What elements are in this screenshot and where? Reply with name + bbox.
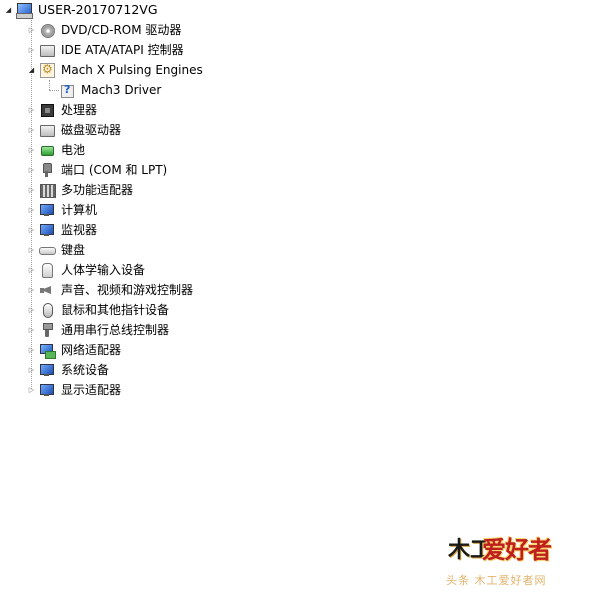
tree-item-keyboard[interactable]: ▷ 键盘 <box>27 240 87 260</box>
device-tree: ◢ USER-20170712VG ▷ DVD/CD-ROM 驱动器 ▷ IDE… <box>0 0 594 400</box>
tree-item-hid[interactable]: ▷ 人体学输入设备 <box>27 260 147 280</box>
expand-arrow-icon[interactable]: ▷ <box>27 146 36 155</box>
expand-arrow-icon[interactable]: ▷ <box>27 286 36 295</box>
expand-arrow-icon[interactable]: ▷ <box>27 126 36 135</box>
expand-arrow-icon[interactable]: ▷ <box>27 386 36 395</box>
tree-root-label: USER-20170712VG <box>38 2 158 17</box>
expand-arrow-icon[interactable]: ▷ <box>27 166 36 175</box>
tree-item-label: Mach X Pulsing Engines <box>61 63 203 77</box>
computer-icon <box>16 2 33 19</box>
tree-item-dvd-cdrom[interactable]: ▷ DVD/CD-ROM 驱动器 <box>27 20 183 40</box>
tree-item-label: 监视器 <box>61 223 98 237</box>
tree-item-label: 键盘 <box>61 243 86 257</box>
tree-item-label: 系统设备 <box>61 363 110 377</box>
tree-item-label: 人体学输入设备 <box>61 263 146 277</box>
tree-item-label: 通用串行总线控制器 <box>61 323 170 337</box>
mouse-icon <box>39 302 55 318</box>
expand-arrow-icon[interactable]: ▷ <box>27 26 36 35</box>
tree-item-mach3-driver[interactable]: Mach3 Driver <box>59 80 163 100</box>
multifunction-adapter-icon <box>39 182 56 198</box>
tree-item-system-devices[interactable]: ▷ 系统设备 <box>27 360 111 380</box>
battery-icon <box>39 142 55 158</box>
watermark-logo-text: 爱好者 <box>482 536 552 564</box>
speaker-icon <box>39 282 55 298</box>
pulsing-engine-icon <box>39 62 55 78</box>
unknown-device-icon <box>59 82 75 98</box>
tree-item-ide-controller[interactable]: ▷ IDE ATA/ATAPI 控制器 <box>27 40 186 60</box>
tree-item-mouse[interactable]: ▷ 鼠标和其他指针设备 <box>27 300 171 320</box>
tree-item-label: IDE ATA/ATAPI 控制器 <box>61 43 184 57</box>
expand-arrow-icon[interactable]: ▷ <box>27 246 36 255</box>
expand-arrow-icon[interactable]: ▷ <box>27 306 36 315</box>
tree-item-mach-pulsing-engines[interactable]: ◢ Mach X Pulsing Engines <box>27 60 205 80</box>
expand-arrow-icon[interactable]: ▷ <box>27 186 36 195</box>
tree-item-multifunction-adapter[interactable]: ▷ 多功能适配器 <box>27 180 135 200</box>
tree-item-monitor[interactable]: ▷ 监视器 <box>27 220 99 240</box>
tree-item-label: 网络适配器 <box>61 343 122 357</box>
tree-item-label: 端口 (COM 和 LPT) <box>61 163 168 177</box>
collapse-arrow-icon[interactable]: ◢ <box>4 6 13 15</box>
expand-arrow-icon[interactable]: ▷ <box>27 266 36 275</box>
hid-icon <box>39 262 55 278</box>
tree-item-label: 多功能适配器 <box>61 183 134 197</box>
usb-icon <box>39 322 55 338</box>
tree-item-label: 显示适配器 <box>61 383 122 397</box>
display-adapter-icon <box>39 382 55 398</box>
tree-item-sound-video-game[interactable]: ▷ 声音、视频和游戏控制器 <box>27 280 195 300</box>
tree-item-network-adapter[interactable]: ▷ 网络适配器 <box>27 340 123 360</box>
system-device-icon <box>39 362 55 378</box>
processor-icon <box>39 102 55 118</box>
expand-arrow-icon[interactable]: ▷ <box>27 346 36 355</box>
expand-arrow-icon[interactable]: ▷ <box>27 206 36 215</box>
monitor-icon <box>39 222 55 238</box>
watermark-logo: 木工 爱好者 头条 木工爱好者网 <box>446 526 590 592</box>
tree-item-processor[interactable]: ▷ 处理器 <box>27 100 99 120</box>
tree-item-usb-controllers[interactable]: ▷ 通用串行总线控制器 <box>27 320 171 340</box>
expand-arrow-icon[interactable]: ▷ <box>27 366 36 375</box>
disc-drive-icon <box>39 22 55 38</box>
watermark-caption: 头条 木工爱好者网 <box>446 574 547 587</box>
tree-item-label: 鼠标和其他指针设备 <box>61 303 170 317</box>
expand-arrow-icon[interactable]: ▷ <box>27 106 36 115</box>
tree-item-label: 电池 <box>61 143 86 157</box>
tree-item-label: DVD/CD-ROM 驱动器 <box>61 23 182 37</box>
computer-icon <box>39 202 55 218</box>
tree-item-ports[interactable]: ▷ 端口 (COM 和 LPT) <box>27 160 169 180</box>
expand-arrow-icon[interactable]: ▷ <box>27 46 36 55</box>
tree-item-disk-drive[interactable]: ▷ 磁盘驱动器 <box>27 120 123 140</box>
port-icon <box>39 162 55 178</box>
tree-item-battery[interactable]: ▷ 电池 <box>27 140 87 160</box>
ide-controller-icon <box>39 42 55 58</box>
tree-item-display-adapter[interactable]: ▷ 显示适配器 <box>27 380 123 400</box>
tree-guide-line <box>49 90 59 91</box>
tree-item-label: 磁盘驱动器 <box>61 123 122 137</box>
tree-root[interactable]: ◢ USER-20170712VG <box>4 0 160 20</box>
expand-arrow-icon[interactable]: ▷ <box>27 226 36 235</box>
disk-drive-icon <box>39 122 55 138</box>
tree-item-label: 声音、视频和游戏控制器 <box>61 283 194 297</box>
tree-guide-line <box>49 80 50 90</box>
tree-item-label: 处理器 <box>61 103 98 117</box>
tree-item-label: 计算机 <box>61 203 98 217</box>
keyboard-icon <box>39 242 56 258</box>
expand-arrow-icon[interactable]: ▷ <box>27 326 36 335</box>
tree-item-label: Mach3 Driver <box>81 83 162 97</box>
network-adapter-icon <box>39 342 56 359</box>
tree-item-computer[interactable]: ▷ 计算机 <box>27 200 99 220</box>
collapse-arrow-icon[interactable]: ◢ <box>27 66 36 75</box>
